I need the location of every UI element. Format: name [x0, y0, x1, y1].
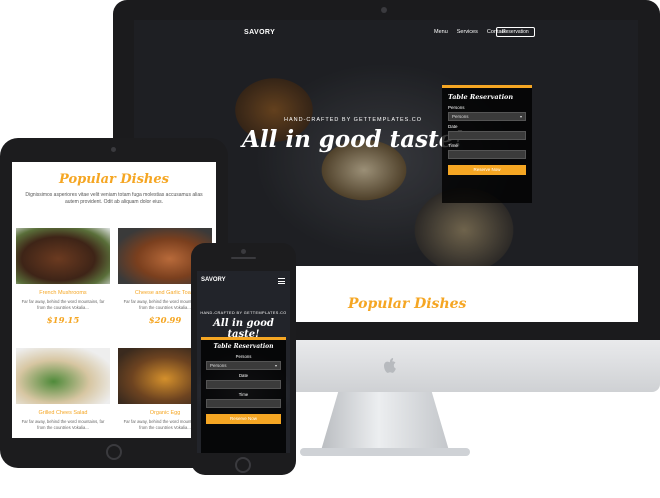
dish-price: $19.15 — [46, 316, 80, 326]
phone-screen: SAVORY HAND-CRAFTED BY GETTEMPLATES.CO A… — [197, 271, 290, 453]
date-label: Date — [448, 124, 458, 129]
chevron-down-icon: ▾ — [274, 363, 277, 368]
camera-icon — [381, 7, 387, 13]
reserve-now-button[interactable]: Reserve Now — [448, 165, 526, 175]
dish-name[interactable]: French Mushrooms — [16, 290, 110, 296]
popular-dishes-intro: Dignissimos asperiores vitae velit venia… — [25, 192, 203, 205]
reservation-title: Table Reservation — [448, 93, 514, 101]
hero-headline: All in good taste! — [242, 126, 464, 153]
reserve-now-button[interactable]: Reserve Now — [206, 414, 281, 424]
monitor-stand — [320, 392, 450, 454]
date-label: Date — [238, 373, 249, 378]
monitor-base — [300, 448, 470, 456]
hamburger-menu-icon[interactable] — [278, 278, 285, 284]
home-button-icon — [235, 457, 251, 473]
apple-logo-icon — [384, 358, 396, 373]
reservation-form: Table Reservation Persons Persons ▾ Date… — [201, 337, 286, 453]
camera-icon — [111, 147, 116, 152]
top-navbar: SAVORY Menu Services Contact Reservation — [134, 20, 638, 46]
reservation-title: Table Reservation — [213, 343, 274, 350]
dish-card[interactable]: French Mushrooms Far far away, behind th… — [16, 228, 110, 326]
hero-tagline: HAND-CRAFTED BY GETTEMPLATES.CO — [284, 117, 423, 123]
dish-image — [16, 228, 110, 284]
dish-description: Far far away, behind the word mountains,… — [21, 299, 105, 310]
home-button-icon — [106, 444, 122, 460]
time-input[interactable] — [448, 150, 526, 159]
dish-description: Far far away, behind the word mountains,… — [21, 419, 105, 430]
persons-label: Persons — [448, 105, 465, 110]
reservation-button[interactable]: Reservation — [496, 27, 535, 37]
brand-logo[interactable]: SAVORY — [201, 277, 226, 283]
nav-item-services[interactable]: Services — [457, 29, 478, 35]
dish-name[interactable]: Grilled Chees Salad — [16, 410, 110, 416]
tablet-screen: Popular Dishes Dignissimos asperiores vi… — [12, 162, 216, 438]
reservation-form: Table Reservation Persons Persons ▾ Date… — [442, 85, 532, 203]
section-title: Popular Dishes — [348, 296, 467, 312]
persons-select[interactable]: Persons ▾ — [448, 112, 526, 121]
persons-label: Persons — [235, 354, 252, 359]
camera-icon — [241, 249, 246, 254]
speaker-icon — [231, 257, 256, 259]
chevron-down-icon: ▾ — [519, 114, 522, 119]
persons-select[interactable]: Persons ▾ — [206, 361, 281, 370]
time-label: Time — [238, 392, 249, 397]
date-input[interactable] — [448, 131, 526, 140]
dish-card[interactable]: Grilled Chees Salad Far far away, behind… — [16, 348, 110, 431]
persons-select-value: Persons — [210, 363, 227, 368]
hero-tagline: HAND-CRAFTED BY GETTEMPLATES.CO — [200, 311, 287, 315]
date-input[interactable] — [206, 380, 281, 389]
persons-select-value: Persons — [452, 114, 469, 119]
dish-image — [16, 348, 110, 404]
nav-item-menu[interactable]: Menu — [434, 29, 448, 35]
brand-logo[interactable]: SAVORY — [244, 29, 275, 36]
phone-mockup: SAVORY HAND-CRAFTED BY GETTEMPLATES.CO A… — [191, 243, 296, 475]
time-label: Time — [448, 143, 458, 148]
time-input[interactable] — [206, 399, 281, 408]
popular-dishes-title: Popular Dishes — [59, 172, 169, 187]
